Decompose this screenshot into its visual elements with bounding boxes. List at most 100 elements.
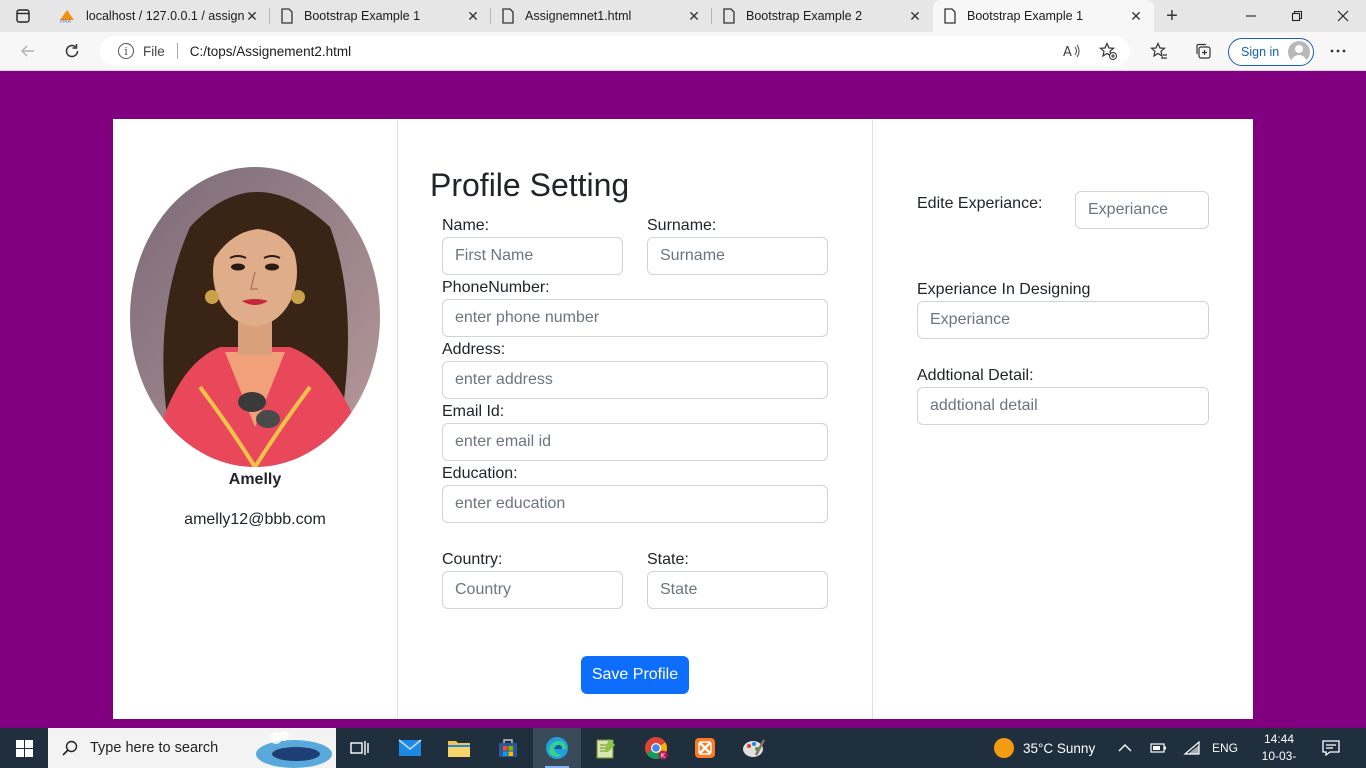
education-input[interactable] bbox=[442, 485, 828, 523]
windows-logo-icon bbox=[15, 739, 33, 757]
profile-form-column: Profile Setting Name: Surname: PhoneNumb… bbox=[397, 119, 873, 719]
close-tab-icon[interactable]: ✕ bbox=[244, 8, 260, 24]
restore-button[interactable] bbox=[1274, 0, 1320, 32]
taskbar-paint[interactable] bbox=[730, 728, 778, 768]
site-info-icon[interactable]: i bbox=[118, 43, 134, 59]
browser-tab[interactable]: PMA localhost / 127.0.0.1 / assignm ✕ bbox=[48, 0, 270, 32]
favorites-icon bbox=[1150, 42, 1167, 59]
phone-label: PhoneNumber: bbox=[442, 279, 550, 296]
clock-date: 10-03-2023 bbox=[1261, 749, 1297, 768]
add-favorite-button[interactable] bbox=[1093, 36, 1123, 66]
new-tab-button[interactable]: + bbox=[1158, 0, 1186, 32]
taskbar-edge[interactable] bbox=[533, 728, 581, 768]
language-indicator[interactable]: ENG bbox=[1212, 728, 1238, 768]
taskbar-search-box[interactable]: Type here to search bbox=[48, 728, 336, 768]
phpmyadmin-icon: PMA bbox=[60, 10, 74, 24]
email-input[interactable] bbox=[442, 423, 828, 461]
collections-icon bbox=[1196, 43, 1211, 59]
taskbar-store[interactable] bbox=[484, 728, 532, 768]
address-input[interactable] bbox=[442, 361, 828, 399]
svg-text:K: K bbox=[661, 752, 666, 760]
phone-input[interactable] bbox=[442, 299, 828, 337]
tab-title: Bootstrap Example 1 bbox=[304, 9, 421, 23]
tab-title: localhost / 127.0.0.1 / assignm bbox=[86, 9, 244, 23]
paint-icon bbox=[743, 739, 766, 757]
profile-card: Amelly amelly12@bbb.com Profile Setting … bbox=[113, 119, 1253, 719]
profile-email: amelly12@bbb.com bbox=[184, 511, 326, 528]
address-bar[interactable]: i File C:/tops/Assignement2.html bbox=[100, 36, 1130, 66]
refresh-icon bbox=[65, 44, 79, 58]
battery-indicator[interactable] bbox=[1150, 728, 1168, 768]
search-highlight-icon bbox=[256, 731, 332, 768]
mail-icon bbox=[398, 739, 422, 756]
network-indicator[interactable] bbox=[1183, 728, 1201, 768]
page-icon bbox=[502, 8, 514, 24]
task-view-icon bbox=[350, 741, 369, 755]
task-view-button[interactable] bbox=[336, 728, 384, 768]
notepad-plus-icon bbox=[596, 739, 615, 759]
tab-actions-button[interactable] bbox=[0, 0, 46, 32]
address-url[interactable]: C:/tops/Assignement2.html bbox=[190, 44, 351, 59]
tab-actions-icon bbox=[16, 9, 30, 23]
weather-widget[interactable]: 35°C Sunny bbox=[993, 728, 1095, 768]
browser-tab[interactable]: Assignemnet1.html ✕ bbox=[491, 0, 712, 32]
edit-experience-label: Edite Experiance: bbox=[917, 195, 1043, 212]
taskbar-clock[interactable]: 14:44 10-03-2023 bbox=[1253, 731, 1305, 768]
browser-tab[interactable]: Bootstrap Example 2 ✕ bbox=[712, 0, 933, 32]
experience-column: Edite Experiance: Experiance In Designin… bbox=[873, 119, 1253, 719]
favorites-button[interactable] bbox=[1144, 36, 1174, 66]
taskbar-notepad[interactable] bbox=[582, 728, 630, 768]
page-icon bbox=[944, 8, 956, 24]
taskbar-xampp[interactable] bbox=[681, 728, 729, 768]
close-tab-icon[interactable]: ✕ bbox=[1128, 8, 1144, 24]
store-icon bbox=[499, 739, 517, 757]
surname-input[interactable] bbox=[647, 237, 828, 275]
back-button[interactable] bbox=[13, 36, 43, 66]
edge-icon bbox=[546, 737, 568, 759]
tab-title: Assignemnet1.html bbox=[525, 9, 632, 23]
plus-icon: + bbox=[1166, 4, 1178, 27]
taskbar-chrome[interactable]: K bbox=[632, 728, 680, 768]
close-tab-icon[interactable]: ✕ bbox=[465, 8, 481, 24]
windows-taskbar: Type here to search K 35°C Sunny ENG 14:… bbox=[0, 728, 1366, 768]
country-input[interactable] bbox=[442, 571, 623, 609]
taskbar-file-explorer[interactable] bbox=[435, 728, 483, 768]
close-tab-icon[interactable]: ✕ bbox=[907, 8, 923, 24]
collections-button[interactable] bbox=[1188, 36, 1218, 66]
tab-strip: PMA localhost / 127.0.0.1 / assignm ✕ Bo… bbox=[0, 0, 1366, 32]
profile-summary-column: Amelly amelly12@bbb.com bbox=[113, 119, 397, 719]
first-name-input[interactable] bbox=[442, 237, 623, 275]
taskbar-mail[interactable] bbox=[386, 728, 434, 768]
refresh-button[interactable] bbox=[57, 36, 87, 66]
profile-avatar-icon bbox=[1288, 41, 1310, 63]
country-label: Country: bbox=[442, 551, 503, 568]
xampp-icon bbox=[695, 738, 715, 758]
designing-experience-input[interactable] bbox=[917, 301, 1209, 339]
close-window-button[interactable] bbox=[1320, 0, 1366, 32]
minimize-icon bbox=[1246, 15, 1256, 17]
settings-menu-button[interactable] bbox=[1323, 36, 1353, 66]
state-input[interactable] bbox=[647, 571, 828, 609]
close-tab-icon[interactable]: ✕ bbox=[686, 8, 702, 24]
page-icon bbox=[281, 8, 293, 24]
read-aloud-button[interactable]: A bbox=[1057, 36, 1087, 66]
browser-tab-active[interactable]: Bootstrap Example 1 ✕ bbox=[933, 0, 1154, 32]
chevron-up-icon bbox=[1118, 744, 1132, 752]
start-button[interactable] bbox=[0, 728, 48, 768]
star-add-icon bbox=[1099, 42, 1117, 60]
browser-tab[interactable]: Bootstrap Example 1 ✕ bbox=[270, 0, 491, 32]
edit-experience-input[interactable] bbox=[1075, 191, 1209, 229]
sign-in-button[interactable]: Sign in bbox=[1228, 38, 1314, 66]
sun-icon bbox=[994, 738, 1014, 758]
restore-icon bbox=[1291, 10, 1303, 22]
back-arrow-icon bbox=[20, 45, 34, 57]
notifications-button[interactable] bbox=[1322, 728, 1340, 768]
show-hidden-icons-button[interactable] bbox=[1118, 728, 1132, 768]
svg-text:A: A bbox=[1063, 45, 1072, 59]
sign-in-label: Sign in bbox=[1241, 45, 1280, 59]
page-title: Profile Setting bbox=[430, 167, 630, 203]
save-profile-button[interactable]: Save Profile bbox=[581, 656, 689, 694]
minimize-button[interactable] bbox=[1228, 0, 1274, 32]
additional-detail-input[interactable] bbox=[917, 387, 1209, 425]
chrome-icon: K bbox=[645, 737, 668, 760]
